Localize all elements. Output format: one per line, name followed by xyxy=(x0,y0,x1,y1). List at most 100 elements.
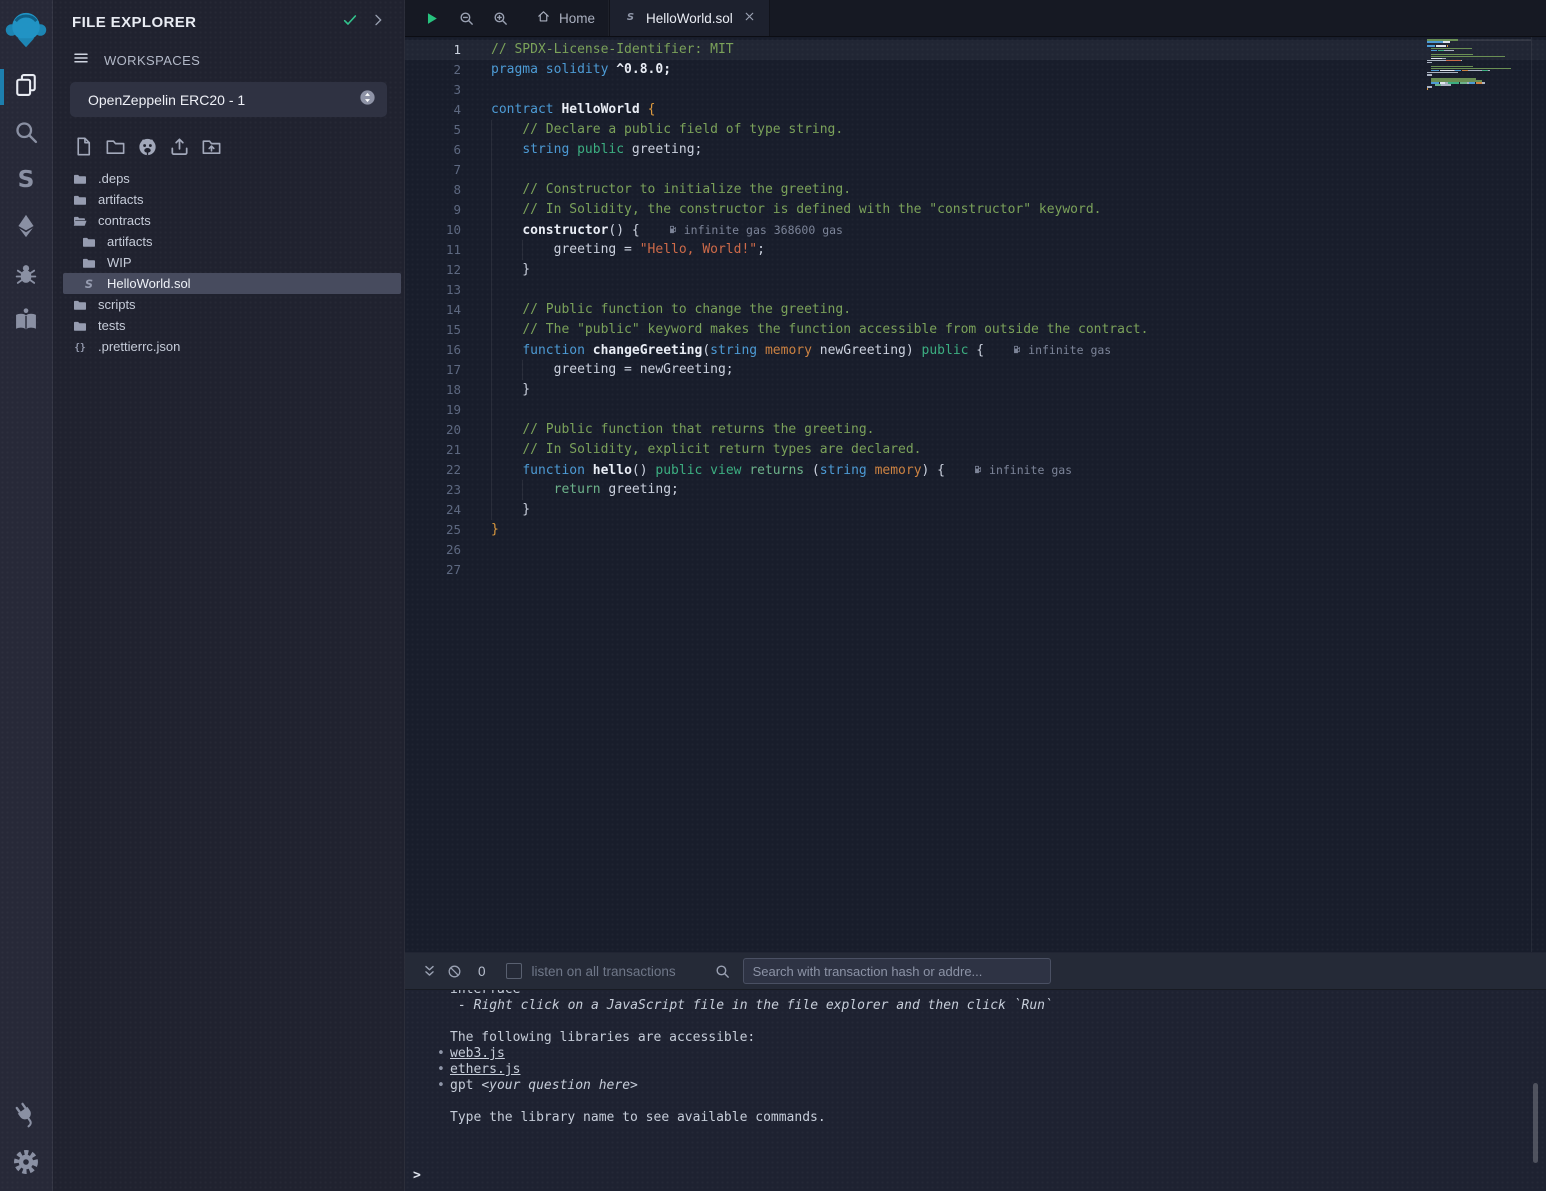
activity-search-button[interactable] xyxy=(11,119,41,149)
activity-solidity-compiler-button[interactable]: S xyxy=(11,166,41,196)
code-line-24[interactable]: 24 } xyxy=(405,500,1546,520)
gas-estimate-hint: infinite gas xyxy=(973,463,1072,477)
code-line-15[interactable]: 15 // The "public" keyword makes the fun… xyxy=(405,320,1546,340)
debugger-icon xyxy=(12,259,40,292)
workspace-selector[interactable]: OpenZeppelin ERC20 - 1 xyxy=(70,82,387,117)
workspaces-label: WORKSPACES xyxy=(104,53,200,68)
code-line-1[interactable]: 1// SPDX-License-Identifier: MIT xyxy=(405,40,1546,60)
code-editor[interactable]: 1// SPDX-License-Identifier: MIT2pragma … xyxy=(405,37,1546,952)
file-tree-item--deps[interactable]: .deps xyxy=(63,168,401,189)
chevron-right-icon[interactable] xyxy=(370,12,386,33)
file-tree-item-wip[interactable]: WIP xyxy=(63,252,401,273)
file-tree-item-artifacts[interactable]: artifacts xyxy=(63,189,401,210)
file-tree-item-scripts[interactable]: scripts xyxy=(63,294,401,315)
code-line-11[interactable]: 11 greeting = "Hello, World!"; xyxy=(405,240,1546,260)
line-number: 23 xyxy=(405,480,461,500)
code-line-13[interactable]: 13 xyxy=(405,280,1546,300)
code-line-8[interactable]: 8 // Constructor to initialize the greet… xyxy=(405,180,1546,200)
solidity-file-icon: S xyxy=(623,9,638,27)
deploy-run-icon xyxy=(12,212,40,245)
code-line-27[interactable]: 27 xyxy=(405,560,1546,580)
code-line-26[interactable]: 26 xyxy=(405,540,1546,560)
clear-console-icon[interactable] xyxy=(446,963,463,980)
zoom-in-button[interactable] xyxy=(492,10,509,27)
activity-file-explorer-button[interactable] xyxy=(11,72,41,102)
upload-folder-button[interactable] xyxy=(200,135,223,158)
code-line-7[interactable]: 7 xyxy=(405,160,1546,180)
terminal-search-input[interactable] xyxy=(743,958,1051,984)
accept-check-icon[interactable] xyxy=(342,12,358,33)
gas-estimate-hint: infinite gas xyxy=(1012,343,1111,357)
code-line-20[interactable]: 20 // Public function that returns the g… xyxy=(405,420,1546,440)
terminal-line xyxy=(405,1094,1546,1110)
workspaces-menu-icon[interactable] xyxy=(72,49,90,72)
clone-github-icon xyxy=(136,145,159,162)
folder-icon xyxy=(72,171,88,187)
folder-icon xyxy=(81,234,97,250)
code-line-21[interactable]: 21 // In Solidity, explicit return types… xyxy=(405,440,1546,460)
activity-settings-button[interactable] xyxy=(11,1149,41,1179)
upload-file-button[interactable] xyxy=(168,135,191,158)
editor-tabbar: Home S HelloWorld.sol xyxy=(405,0,1546,37)
tab-home[interactable]: Home xyxy=(523,0,609,36)
code-line-2[interactable]: 2pragma solidity ^0.8.0; xyxy=(405,60,1546,80)
line-number: 16 xyxy=(405,340,461,360)
terminal-scrollbar[interactable] xyxy=(1533,1083,1538,1163)
terminal-output[interactable]: interface- Right click on a JavaScript f… xyxy=(405,990,1546,1191)
close-tab-icon[interactable] xyxy=(743,10,756,26)
line-number: 5 xyxy=(405,120,461,140)
remix-logo-icon[interactable] xyxy=(4,8,48,52)
code-line-12[interactable]: 12 } xyxy=(405,260,1546,280)
settings-icon xyxy=(12,1148,40,1181)
code-line-22[interactable]: 22 function hello() public view returns … xyxy=(405,460,1546,480)
new-folder-button[interactable] xyxy=(104,135,127,158)
code-line-23[interactable]: 23 return greeting; xyxy=(405,480,1546,500)
code-line-16[interactable]: 16 function changeGreeting(string memory… xyxy=(405,340,1546,360)
tab-helloworld-sol[interactable]: S HelloWorld.sol xyxy=(609,0,770,36)
file-tree-item-artifacts[interactable]: artifacts xyxy=(63,231,401,252)
activity-learneth-button[interactable] xyxy=(11,307,41,337)
code-line-19[interactable]: 19 xyxy=(405,400,1546,420)
line-number: 27 xyxy=(405,560,461,580)
code-line-6[interactable]: 6 string public greeting; xyxy=(405,140,1546,160)
code-line-5[interactable]: 5 // Declare a public field of type stri… xyxy=(405,120,1546,140)
run-script-button[interactable] xyxy=(423,10,441,27)
line-number: 24 xyxy=(405,500,461,520)
line-number: 12 xyxy=(405,260,461,280)
terminal-link[interactable]: ethers.js xyxy=(450,1062,520,1077)
activity-bar: S xyxy=(0,0,53,1191)
folder-icon xyxy=(72,192,88,208)
minimap[interactable] xyxy=(1427,37,1531,94)
clone-github-button[interactable] xyxy=(136,135,159,158)
code-line-3[interactable]: 3 xyxy=(405,80,1546,100)
code-line-10[interactable]: 10 constructor() {infinite gas 368600 ga… xyxy=(405,220,1546,240)
file-name: contracts xyxy=(98,213,151,228)
solidity-compiler-icon: S xyxy=(12,165,40,198)
activity-plugin-manager-button[interactable] xyxy=(11,1102,41,1132)
line-number: 9 xyxy=(405,200,461,220)
code-line-17[interactable]: 17 greeting = newGreeting; xyxy=(405,360,1546,380)
file-tree-item--prettierrc-json[interactable]: {}.prettierrc.json xyxy=(63,336,401,357)
svg-text:S: S xyxy=(85,277,93,291)
terminal-link[interactable]: web3.js xyxy=(450,1046,505,1061)
file-tree-item-helloworld-sol[interactable]: SHelloWorld.sol xyxy=(63,273,401,294)
code-line-4[interactable]: 4contract HelloWorld { xyxy=(405,100,1546,120)
line-number: 21 xyxy=(405,440,461,460)
new-file-button[interactable] xyxy=(72,135,95,158)
home-icon xyxy=(536,9,551,27)
activity-deploy-run-button[interactable] xyxy=(11,213,41,243)
listen-transactions-checkbox[interactable] xyxy=(506,963,522,979)
main-column: Home S HelloWorld.sol 1// SPDX-License-I… xyxy=(405,0,1546,1191)
code-line-25[interactable]: 25} xyxy=(405,520,1546,540)
code-line-14[interactable]: 14 // Public function to change the gree… xyxy=(405,300,1546,320)
zoom-out-button[interactable] xyxy=(458,10,475,27)
file-tree-item-contracts[interactable]: contracts xyxy=(63,210,401,231)
activity-debugger-button[interactable] xyxy=(11,260,41,290)
file-explorer-panel: FILE EXPLORER WORKSPACES OpenZeppelin ER… xyxy=(53,0,405,1191)
code-line-18[interactable]: 18 } xyxy=(405,380,1546,400)
expand-terminal-icon[interactable] xyxy=(421,963,438,980)
braces-icon: {} xyxy=(72,339,88,355)
file-tree-item-tests[interactable]: tests xyxy=(63,315,401,336)
code-line-9[interactable]: 9 // In Solidity, the constructor is def… xyxy=(405,200,1546,220)
transactions-count: 0 xyxy=(478,964,486,979)
